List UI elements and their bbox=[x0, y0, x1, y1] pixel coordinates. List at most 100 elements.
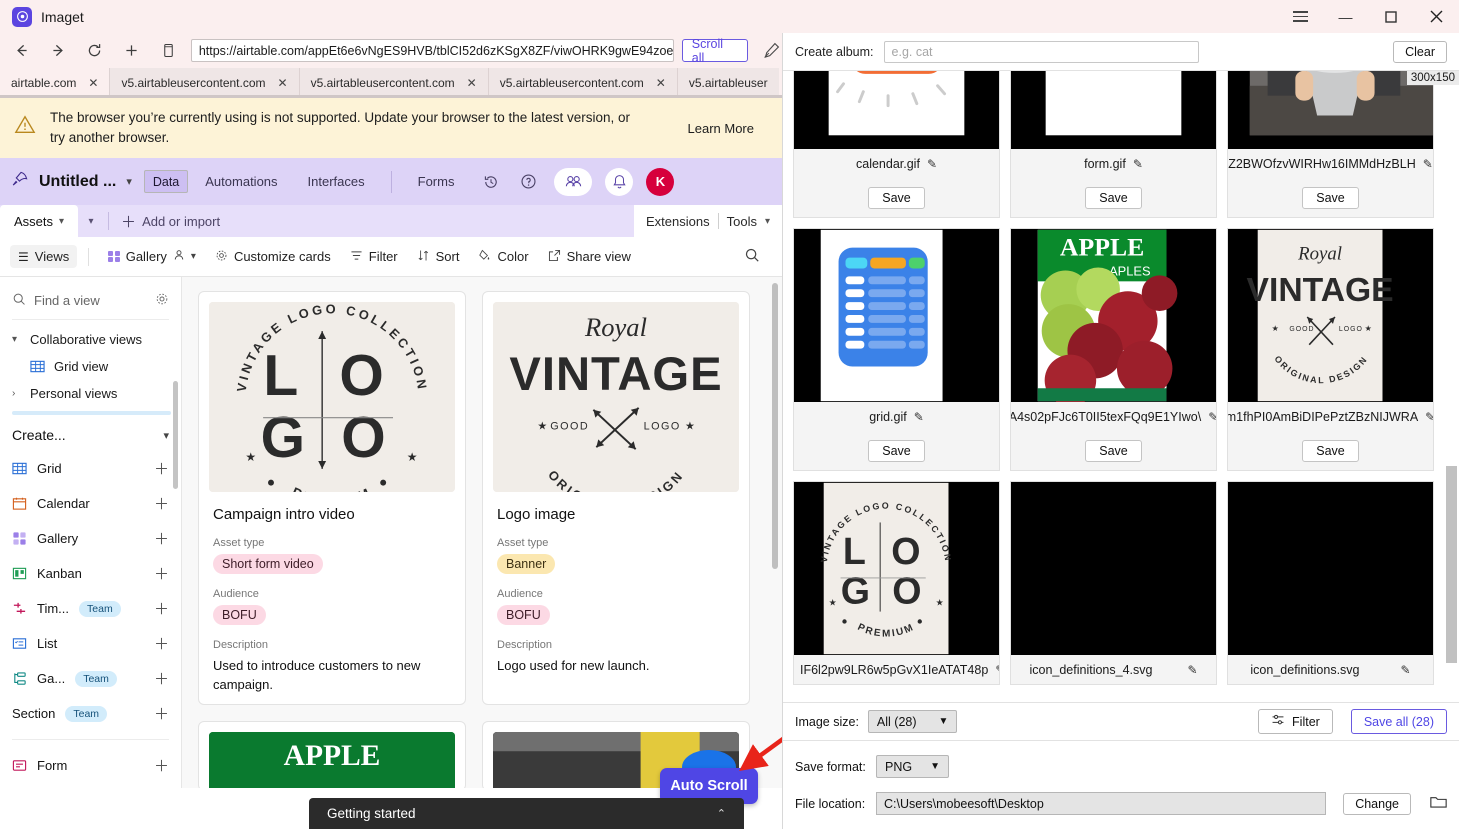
sidebar-item-section[interactable]: Section Team ＋ bbox=[0, 696, 181, 731]
save-button[interactable]: Save bbox=[868, 439, 925, 462]
thumbnail-card[interactable]: VINTAGE LOGO COLLECTION L O G O ★ ★ bbox=[793, 71, 1459, 685]
gear-icon[interactable] bbox=[155, 292, 169, 309]
brush-icon[interactable] bbox=[760, 40, 782, 62]
personal-views-group[interactable]: › Personal views bbox=[0, 380, 181, 407]
plus-icon[interactable]: ＋ bbox=[154, 458, 169, 479]
panel-scrollbar[interactable] bbox=[1446, 466, 1457, 663]
avatar[interactable]: K bbox=[646, 167, 675, 196]
browser-tab[interactable]: airtable.com ✕ bbox=[0, 68, 110, 97]
pencil-icon[interactable]: ✎ bbox=[914, 410, 924, 424]
thumbnail-image-royal-vintage[interactable]: Royal VINTAGE ★ GOOD LOGO ★ ORIGINAL DES… bbox=[1228, 229, 1433, 402]
plus-icon[interactable]: ＋ bbox=[154, 598, 169, 619]
chevron-up-icon[interactable]: ⌃ bbox=[717, 807, 726, 820]
plus-icon[interactable]: ＋ bbox=[154, 703, 169, 724]
bell-icon[interactable] bbox=[605, 167, 634, 196]
close-icon[interactable]: ✕ bbox=[656, 76, 666, 90]
share-view-button[interactable]: Share view bbox=[540, 245, 639, 269]
plus-icon[interactable]: ＋ bbox=[154, 528, 169, 549]
sidebar-item-calendar[interactable]: Calendar ＋ bbox=[0, 486, 181, 521]
save-button[interactable]: Save bbox=[1302, 186, 1359, 209]
save-button[interactable]: Save bbox=[1302, 439, 1359, 462]
thumbnail-image-calendar-gif[interactable] bbox=[794, 71, 999, 149]
close-icon[interactable]: ✕ bbox=[88, 76, 98, 90]
thumbnail-image-logo-premium[interactable]: VINTAGE LOGO COLLECTION L O G O ★ ★ bbox=[794, 482, 999, 655]
minimize-icon[interactable]: — bbox=[1323, 0, 1368, 33]
browser-tab[interactable]: v5.airtableusercontent.com ✕ bbox=[109, 68, 299, 97]
thumbnail-card[interactable]: form.gif ✎ Save bbox=[1010, 71, 1217, 218]
browser-tab[interactable]: v5.airtableuser bbox=[676, 68, 779, 97]
close-icon[interactable]: ✕ bbox=[467, 76, 477, 90]
gallery-card[interactable]: Royal VINTAGE ★ GOOD LOGO ★ ORI IGN Logo… bbox=[482, 291, 750, 705]
hamburger-menu-icon[interactable] bbox=[1278, 0, 1323, 33]
forward-arrow-icon[interactable] bbox=[44, 36, 74, 66]
customize-cards-button[interactable]: Customize cards bbox=[207, 245, 339, 269]
create-album-input[interactable]: e.g. cat bbox=[883, 40, 1199, 63]
pencil-icon[interactable]: ✎ bbox=[1425, 410, 1433, 424]
sidebar-item-form[interactable]: Form ＋ bbox=[0, 748, 181, 783]
gallery-scrollbar[interactable] bbox=[772, 283, 778, 569]
change-button[interactable]: Change bbox=[1343, 792, 1411, 815]
save-button[interactable]: Save bbox=[1085, 439, 1142, 462]
thumbnail-image-video-bowl[interactable] bbox=[1228, 71, 1433, 149]
thumbnail-card[interactable]: Z2BWOfzvWIRHw16IMMdHzBLH ✎ Save bbox=[1227, 71, 1434, 218]
thumbnail-image-grid-gif[interactable] bbox=[794, 229, 999, 402]
filter-button[interactable]: Filter bbox=[342, 245, 406, 269]
getting-started-toast[interactable]: Getting started ⌃ bbox=[309, 798, 744, 829]
plus-icon[interactable]: ＋ bbox=[154, 563, 169, 584]
table-tab-assets[interactable]: Assets ▾ bbox=[0, 205, 79, 237]
chevron-down-icon[interactable]: ▾ bbox=[126, 175, 132, 188]
tab-data[interactable]: Data bbox=[143, 170, 189, 193]
color-button[interactable]: Color bbox=[470, 245, 536, 269]
thumbnail-card[interactable]: Royal VINTAGE ★ GOOD LOGO ★ ORIGINAL DES… bbox=[1227, 71, 1459, 471]
file-location-input[interactable]: C:\Users\mobeesoft\Desktop bbox=[876, 792, 1327, 815]
gallery-card[interactable]: APPLE bbox=[198, 721, 466, 788]
thumbnail-image-icon-definitions[interactable] bbox=[1228, 482, 1433, 655]
pencil-icon[interactable]: ✎ bbox=[927, 157, 937, 171]
table-list-chevron-icon[interactable]: ▾ bbox=[78, 205, 104, 237]
plus-icon[interactable]: ＋ bbox=[154, 668, 169, 689]
sidebar-item-gallery[interactable]: Gallery ＋ bbox=[0, 521, 181, 556]
thumbnail-card[interactable]: 600x600 grid.gif ✎ Save bbox=[793, 71, 1459, 471]
save-all-button[interactable]: Save all (28) bbox=[1350, 709, 1447, 734]
tab-forms[interactable]: Forms bbox=[405, 169, 468, 194]
clear-button[interactable]: Clear bbox=[1393, 40, 1447, 63]
tools-button[interactable]: Tools bbox=[727, 214, 757, 229]
thumbnail-card[interactable]: calendar.gif ✎ Save bbox=[793, 71, 1000, 218]
people-icon[interactable] bbox=[554, 167, 593, 196]
plus-icon[interactable]: ＋ bbox=[154, 633, 169, 654]
sidebar-item-timeline[interactable]: Tim... Team ＋ bbox=[0, 591, 181, 626]
sidebar-item-grid-view[interactable]: Grid view bbox=[0, 353, 181, 380]
save-button[interactable]: Save bbox=[868, 186, 925, 209]
thumbnail-card[interactable]: 300x150 icon_definitions_4.svg ✎ bbox=[1010, 71, 1459, 685]
chevron-down-icon[interactable]: ▾ bbox=[59, 216, 64, 227]
pencil-icon[interactable]: ✎ bbox=[995, 663, 999, 677]
thumbnail-image-form-gif[interactable] bbox=[1011, 71, 1216, 149]
help-circle-icon[interactable] bbox=[515, 169, 541, 195]
device-icon[interactable] bbox=[153, 36, 183, 66]
scroll-all-button[interactable]: Scroll all bbox=[681, 37, 749, 65]
add-or-import-button[interactable]: ＋ Add or import bbox=[113, 205, 228, 237]
thumbnail-card[interactable]: APPLE APLES 512x5 bbox=[1010, 71, 1459, 471]
current-view-selector[interactable]: Gallery ▾ bbox=[100, 245, 204, 268]
history-icon[interactable] bbox=[478, 169, 504, 195]
image-size-select[interactable]: All (28) ▼ bbox=[867, 710, 958, 733]
gallery-card[interactable]: VINTAGE LOGO COLLECTION L O G O ★ ★ Camp… bbox=[198, 291, 466, 705]
save-button[interactable]: Save bbox=[1085, 186, 1142, 209]
sidebar-item-grid[interactable]: Grid ＋ bbox=[0, 451, 181, 486]
folder-icon[interactable] bbox=[1430, 794, 1447, 813]
chevron-down-icon[interactable]: ▾ bbox=[765, 216, 770, 227]
find-view-row[interactable]: Find a view bbox=[0, 283, 181, 317]
collaborative-views-group[interactable]: ▾ Collaborative views bbox=[0, 326, 181, 353]
sidebar-item-kanban[interactable]: Kanban ＋ bbox=[0, 556, 181, 591]
thumbnail-card[interactable]: 300x150 icon_definitions.svg ✎ bbox=[1227, 71, 1459, 685]
close-icon[interactable]: ✕ bbox=[278, 76, 288, 90]
find-view-input[interactable]: Find a view bbox=[34, 293, 147, 308]
back-arrow-icon[interactable] bbox=[7, 36, 37, 66]
plus-icon[interactable] bbox=[117, 36, 147, 66]
base-name[interactable]: Untitled ... bbox=[39, 173, 116, 191]
close-icon[interactable] bbox=[1413, 0, 1459, 33]
filter-button[interactable]: Filter bbox=[1258, 709, 1333, 734]
pencil-icon[interactable]: ✎ bbox=[1187, 663, 1197, 677]
browser-tab[interactable]: v5.airtableusercontent.com ✕ bbox=[487, 68, 677, 97]
views-button[interactable]: ☰ Views bbox=[10, 245, 78, 268]
